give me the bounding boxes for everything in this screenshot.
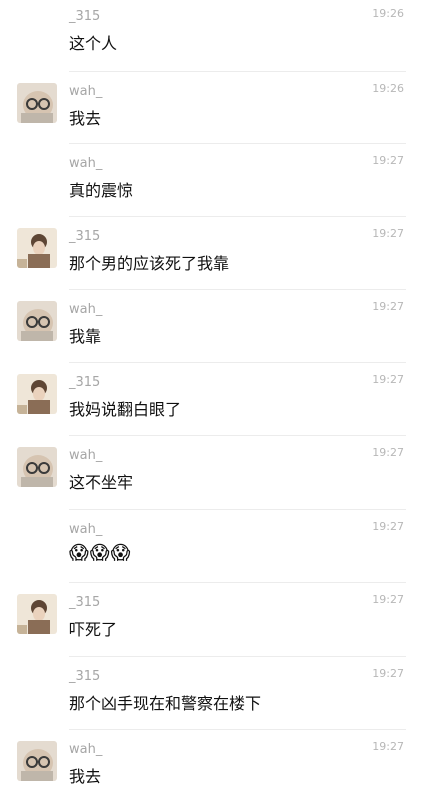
chat-message-list[interactable]: _315 19:26 这个人 wah_ 19:26 我去 wah_ 19:27 … [0,0,424,800]
sender-name: _315 [69,229,101,244]
message-text: 这不坐牢 [69,473,134,492]
message-time: 19:26 [372,7,404,20]
message-time: 19:26 [372,82,404,95]
message-item[interactable]: wah_ 19:27 我去 [0,730,424,800]
message-text: 真的震惊 [69,181,134,200]
sender-name: wah_ [69,302,103,317]
avatar-wah[interactable] [17,83,57,123]
sender-name: _315 [69,595,101,610]
message-item[interactable]: wah_ 19:27 真的震惊 [0,144,424,217]
avatar-315[interactable] [17,374,57,414]
avatar-wah[interactable] [17,447,57,487]
message-time: 19:27 [372,300,404,313]
sender-name: wah_ [69,156,103,171]
message-item[interactable]: _315 19:27 那个男的应该死了我靠 [0,217,424,290]
message-text: 我去 [69,767,102,786]
message-time: 19:27 [372,740,404,753]
scream-emoji-message: 😱😱😱 [69,542,132,564]
message-item[interactable]: wah_ 19:27 我靠 [0,290,424,363]
message-text: 我去 [69,109,102,128]
sender-name: _315 [69,375,101,390]
message-item[interactable]: _315 19:26 这个人 [0,0,424,72]
message-text: 我靠 [69,327,102,346]
sender-name: wah_ [69,448,103,463]
message-item[interactable]: _315 19:27 那个凶手现在和警察在楼下 [0,657,424,730]
message-time: 19:27 [372,154,404,167]
sender-name: _315 [69,669,101,684]
avatar-wah[interactable] [17,301,57,341]
sender-name: wah_ [69,84,103,99]
message-text: 我妈说翻白眼了 [69,400,182,419]
message-item[interactable]: wah_ 19:27 这不坐牢 [0,436,424,510]
message-time: 19:27 [372,373,404,386]
message-text: 吓死了 [69,620,118,639]
avatar-wah[interactable] [17,741,57,781]
message-time: 19:27 [372,593,404,606]
avatar-315[interactable] [17,594,57,634]
message-time: 19:27 [372,446,404,459]
sender-name: _315 [69,9,101,24]
message-item[interactable]: wah_ 19:26 我去 [0,72,424,144]
message-time: 19:27 [372,227,404,240]
sender-name: wah_ [69,742,103,757]
message-item[interactable]: wah_ 19:27 😱😱😱 [0,510,424,583]
sender-name: wah_ [69,522,103,537]
message-item[interactable]: _315 19:27 吓死了 [0,583,424,657]
message-text: 这个人 [69,34,118,53]
message-text: 那个男的应该死了我靠 [69,254,230,273]
message-time: 19:27 [372,520,404,533]
avatar-315[interactable] [17,228,57,268]
message-text: 那个凶手现在和警察在楼下 [69,694,262,713]
message-item[interactable]: _315 19:27 我妈说翻白眼了 [0,363,424,436]
message-time: 19:27 [372,667,404,680]
